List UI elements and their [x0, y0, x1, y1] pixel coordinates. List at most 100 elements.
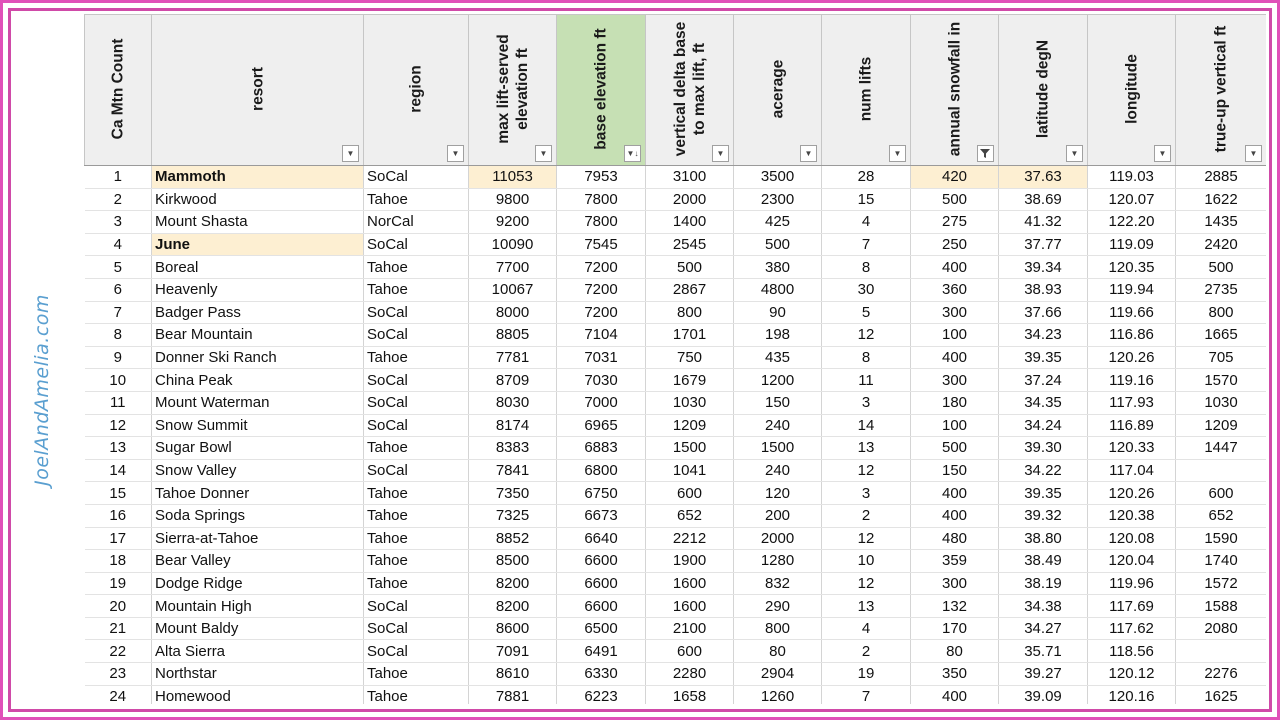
- cell-region[interactable]: Tahoe: [363, 549, 469, 573]
- cell-snowfall[interactable]: 420: [910, 165, 999, 189]
- cell-num-lifts[interactable]: 12: [821, 323, 911, 347]
- cell-count[interactable]: 8: [84, 323, 152, 347]
- cell-max-elevation[interactable]: 7091: [468, 639, 557, 664]
- cell-max-elevation[interactable]: 8805: [468, 323, 557, 347]
- cell-acerage[interactable]: 500: [733, 233, 822, 257]
- cell-num-lifts[interactable]: 7: [821, 233, 911, 257]
- cell-region[interactable]: SoCal: [363, 594, 469, 618]
- cell-longitude[interactable]: 120.38: [1087, 504, 1176, 528]
- cell-max-elevation[interactable]: 7350: [468, 481, 557, 505]
- cell-snowfall[interactable]: 359: [910, 549, 999, 573]
- cell-resort[interactable]: Homewood: [151, 685, 364, 704]
- cell-num-lifts[interactable]: 28: [821, 165, 911, 189]
- cell-base-elevation[interactable]: 7800: [556, 210, 646, 234]
- cell-acerage[interactable]: 425: [733, 210, 822, 234]
- dropdown-arrow-icon[interactable]: ▼: [889, 145, 906, 162]
- cell-latitude[interactable]: 38.69: [998, 188, 1088, 212]
- cell-longitude[interactable]: 119.09: [1087, 233, 1176, 257]
- cell-longitude[interactable]: 120.26: [1087, 346, 1176, 370]
- cell-resort[interactable]: Donner Ski Ranch: [151, 346, 364, 370]
- cell-vertical-delta[interactable]: 1209: [645, 414, 734, 438]
- cell-longitude[interactable]: 117.62: [1087, 617, 1176, 641]
- cell-resort[interactable]: Mount Waterman: [151, 391, 364, 415]
- cell-snowfall[interactable]: 300: [910, 368, 999, 392]
- cell-resort[interactable]: Sugar Bowl: [151, 436, 364, 460]
- cell-vertical-delta[interactable]: 2000: [645, 188, 734, 212]
- cell-max-elevation[interactable]: 11053: [468, 165, 557, 189]
- cell-num-lifts[interactable]: 3: [821, 481, 911, 505]
- cell-num-lifts[interactable]: 5: [821, 301, 911, 325]
- cell-vertical-delta[interactable]: 1600: [645, 572, 734, 596]
- cell-true-up-vertical[interactable]: 1590: [1175, 527, 1266, 551]
- cell-acerage[interactable]: 1200: [733, 368, 822, 392]
- cell-num-lifts[interactable]: 4: [821, 617, 911, 641]
- cell-true-up-vertical[interactable]: 2885: [1175, 165, 1266, 189]
- cell-count[interactable]: 18: [84, 549, 152, 573]
- cell-resort[interactable]: Mount Shasta: [151, 210, 364, 234]
- cell-max-elevation[interactable]: 8610: [468, 662, 557, 686]
- cell-latitude[interactable]: 39.32: [998, 504, 1088, 528]
- cell-longitude[interactable]: 120.16: [1087, 685, 1176, 704]
- cell-true-up-vertical[interactable]: 2420: [1175, 233, 1266, 257]
- cell-vertical-delta[interactable]: 750: [645, 346, 734, 370]
- cell-region[interactable]: SoCal: [363, 391, 469, 415]
- cell-true-up-vertical[interactable]: 800: [1175, 301, 1266, 325]
- cell-resort[interactable]: Bear Mountain: [151, 323, 364, 347]
- cell-region[interactable]: SoCal: [363, 459, 469, 483]
- cell-count[interactable]: 12: [84, 414, 152, 438]
- cell-base-elevation[interactable]: 7545: [556, 233, 646, 257]
- cell-resort[interactable]: Mountain High: [151, 594, 364, 618]
- cell-acerage[interactable]: 832: [733, 572, 822, 596]
- cell-latitude[interactable]: 39.34: [998, 255, 1088, 279]
- cell-longitude[interactable]: 122.20: [1087, 210, 1176, 234]
- cell-true-up-vertical[interactable]: [1175, 459, 1266, 483]
- cell-true-up-vertical[interactable]: 1625: [1175, 685, 1266, 704]
- dropdown-arrow-icon[interactable]: ▼: [1066, 145, 1083, 162]
- cell-true-up-vertical[interactable]: 705: [1175, 346, 1266, 370]
- cell-acerage[interactable]: 1500: [733, 436, 822, 460]
- cell-region[interactable]: Tahoe: [363, 436, 469, 460]
- cell-snowfall[interactable]: 300: [910, 572, 999, 596]
- cell-true-up-vertical[interactable]: [1175, 639, 1266, 664]
- cell-latitude[interactable]: 34.22: [998, 459, 1088, 483]
- cell-longitude[interactable]: 120.12: [1087, 662, 1176, 686]
- cell-longitude[interactable]: 119.96: [1087, 572, 1176, 596]
- cell-latitude[interactable]: 34.35: [998, 391, 1088, 415]
- cell-region[interactable]: SoCal: [363, 165, 469, 189]
- cell-latitude[interactable]: 35.71: [998, 639, 1088, 664]
- cell-latitude[interactable]: 41.32: [998, 210, 1088, 234]
- cell-acerage[interactable]: 2000: [733, 527, 822, 551]
- cell-max-elevation[interactable]: 8030: [468, 391, 557, 415]
- cell-max-elevation[interactable]: 8383: [468, 436, 557, 460]
- cell-base-elevation[interactable]: 7953: [556, 165, 646, 189]
- cell-max-elevation[interactable]: 7781: [468, 346, 557, 370]
- cell-latitude[interactable]: 34.27: [998, 617, 1088, 641]
- cell-vertical-delta[interactable]: 1041: [645, 459, 734, 483]
- cell-acerage[interactable]: 800: [733, 617, 822, 641]
- cell-num-lifts[interactable]: 2: [821, 504, 911, 528]
- cell-resort[interactable]: Tahoe Donner: [151, 481, 364, 505]
- cell-base-elevation[interactable]: 6600: [556, 549, 646, 573]
- cell-resort[interactable]: Sierra-at-Tahoe: [151, 527, 364, 551]
- cell-resort[interactable]: Snow Valley: [151, 459, 364, 483]
- cell-region[interactable]: Tahoe: [363, 255, 469, 279]
- cell-longitude[interactable]: 118.56: [1087, 639, 1176, 664]
- cell-latitude[interactable]: 38.80: [998, 527, 1088, 551]
- cell-longitude[interactable]: 116.89: [1087, 414, 1176, 438]
- cell-num-lifts[interactable]: 30: [821, 278, 911, 302]
- cell-latitude[interactable]: 37.24: [998, 368, 1088, 392]
- cell-count[interactable]: 7: [84, 301, 152, 325]
- cell-count[interactable]: 23: [84, 662, 152, 686]
- cell-base-elevation[interactable]: 6600: [556, 572, 646, 596]
- cell-snowfall[interactable]: 400: [910, 481, 999, 505]
- cell-vertical-delta[interactable]: 2867: [645, 278, 734, 302]
- cell-snowfall[interactable]: 132: [910, 594, 999, 618]
- cell-count[interactable]: 14: [84, 459, 152, 483]
- dropdown-arrow-icon[interactable]: ▼: [712, 145, 729, 162]
- cell-snowfall[interactable]: 80: [910, 639, 999, 664]
- cell-latitude[interactable]: 37.77: [998, 233, 1088, 257]
- cell-base-elevation[interactable]: 7200: [556, 301, 646, 325]
- dropdown-arrow-icon[interactable]: ▼: [800, 145, 817, 162]
- cell-vertical-delta[interactable]: 1600: [645, 594, 734, 618]
- cell-count[interactable]: 20: [84, 594, 152, 618]
